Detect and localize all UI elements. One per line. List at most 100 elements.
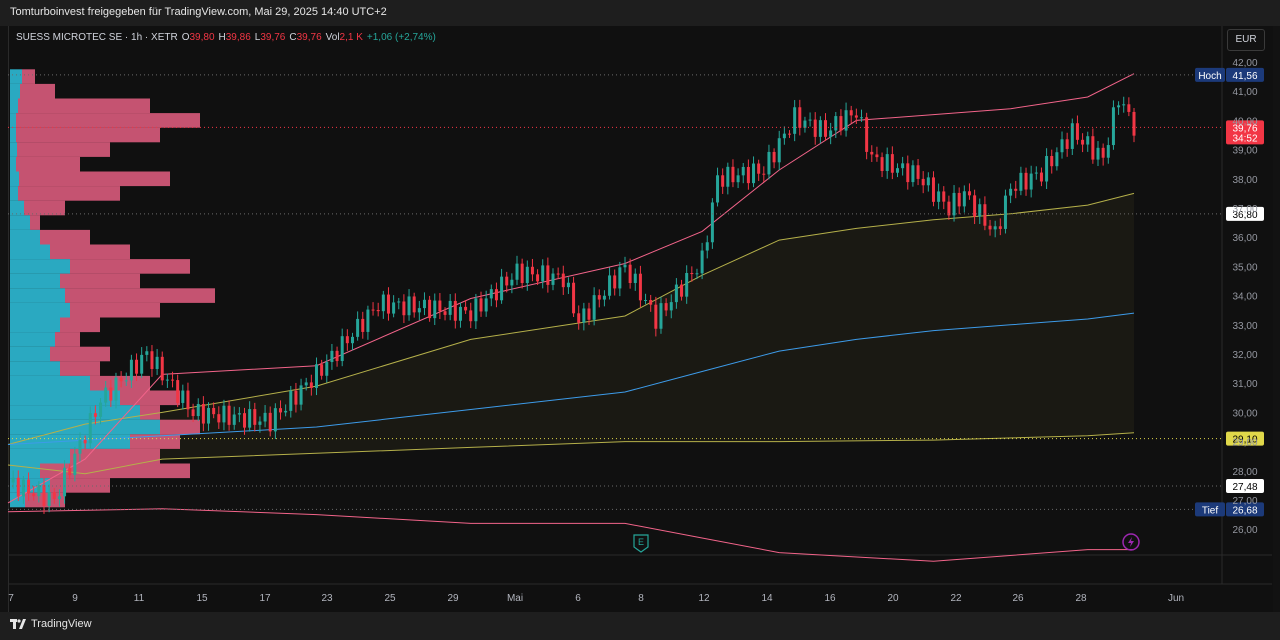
profile-bar-down: [50, 346, 110, 362]
candle-body: [232, 414, 236, 425]
x-tick-label: 29: [447, 593, 459, 604]
candle-body: [926, 177, 930, 186]
profile-bar-down: [22, 69, 35, 84]
profile-bar-up: [10, 434, 130, 449]
candle-body: [1132, 111, 1136, 136]
candle-body: [633, 273, 637, 284]
lower-outer-band-line: [7, 508, 1134, 562]
candle-body: [1122, 104, 1126, 106]
profile-bar-down: [19, 171, 170, 187]
profile-bar-up: [10, 273, 60, 289]
profile-bar-up: [10, 259, 70, 274]
candle-body: [279, 408, 283, 413]
candle-body: [654, 304, 658, 329]
candle-body: [551, 273, 555, 285]
candle-body: [217, 414, 221, 423]
candle-body: [140, 354, 144, 374]
profile-bar-down: [20, 83, 55, 99]
candle-body: [222, 405, 226, 423]
candle-body: [78, 440, 82, 454]
candle-body: [165, 379, 169, 381]
candle-body: [88, 413, 92, 444]
candle-body: [757, 163, 761, 174]
x-tick-label: 7: [8, 593, 14, 604]
candle-body: [803, 120, 807, 128]
candle-body: [325, 362, 329, 376]
candle-body: [736, 175, 740, 183]
profile-bar-down: [160, 419, 200, 435]
candle-body: [952, 192, 956, 216]
candle-body: [93, 413, 97, 417]
candle-body: [541, 265, 545, 282]
candle-body: [983, 204, 987, 226]
x-tick-label: 12: [698, 593, 710, 604]
candle-body: [443, 311, 447, 315]
candle-body: [1039, 172, 1043, 182]
candle-body: [1106, 145, 1110, 158]
profile-bar-down: [16, 113, 200, 128]
y-tick-label: 38,00: [1232, 175, 1257, 186]
candle-body: [705, 242, 709, 251]
candle-body: [582, 308, 586, 323]
candle-body: [726, 166, 730, 187]
profile-bar-up: [10, 98, 18, 114]
lightning-icon: [1128, 537, 1134, 547]
x-tick-label: 20: [887, 593, 899, 604]
profile-bar-down: [60, 273, 140, 289]
profile-bar-up: [10, 317, 60, 333]
candle-body: [782, 133, 786, 139]
candle-body: [335, 350, 339, 362]
candle-body: [258, 421, 262, 425]
profile-bar-down: [24, 200, 65, 216]
profile-bar-up: [10, 215, 30, 230]
candle-body: [227, 405, 231, 425]
candle-body: [710, 202, 714, 243]
y-tick-label: 29,00: [1232, 438, 1257, 449]
y-tick-label: 27,00: [1232, 496, 1257, 507]
candle-body: [649, 300, 653, 305]
x-tick-label: 16: [824, 593, 836, 604]
candle-body: [1081, 139, 1085, 145]
profile-bar-down: [70, 302, 160, 318]
candle-body: [834, 116, 838, 131]
x-tick-label: 6: [575, 593, 581, 604]
profile-bar-up: [10, 244, 50, 260]
candle-body: [237, 413, 241, 415]
candle-body: [741, 166, 745, 176]
profile-bar-down: [65, 288, 215, 303]
candle-body: [1009, 188, 1013, 196]
candle-body: [314, 364, 318, 388]
candle-body: [911, 165, 915, 183]
extreme-tag-name: Tief: [1202, 505, 1219, 516]
candle-body: [57, 496, 61, 500]
profile-bar-up: [10, 69, 22, 84]
candle-body: [1055, 152, 1059, 167]
profile-bar-up: [10, 419, 160, 435]
candle-body: [63, 467, 67, 497]
tradingview-logo[interactable]: TradingView: [10, 618, 92, 630]
profile-bar-up: [10, 156, 16, 172]
profile-bar-down: [60, 361, 100, 376]
profile-bar-up: [10, 361, 60, 376]
profile-bar-up: [10, 113, 16, 128]
x-tick-label: 28: [1075, 593, 1087, 604]
candle-body: [186, 390, 190, 410]
candle-body: [21, 479, 25, 497]
profile-bar-up: [10, 390, 120, 406]
candle-body: [587, 308, 591, 320]
candle-body: [505, 276, 509, 286]
y-tick-label: 39,00: [1232, 146, 1257, 157]
candle-body: [422, 299, 426, 309]
candle-body: [525, 266, 529, 284]
price-chart[interactable]: 41,56Hoch39,7634:5236,8029,1027,4826,68T…: [0, 0, 1280, 640]
candle-body: [731, 166, 735, 183]
candle-body: [32, 493, 36, 497]
candle-body: [289, 390, 293, 411]
candle-body: [716, 175, 720, 203]
candle-body: [890, 154, 894, 173]
candle-body: [824, 120, 828, 137]
candle-body: [906, 163, 910, 183]
candle-body: [628, 264, 632, 284]
candle-body: [181, 390, 185, 403]
candle-body: [150, 351, 154, 369]
